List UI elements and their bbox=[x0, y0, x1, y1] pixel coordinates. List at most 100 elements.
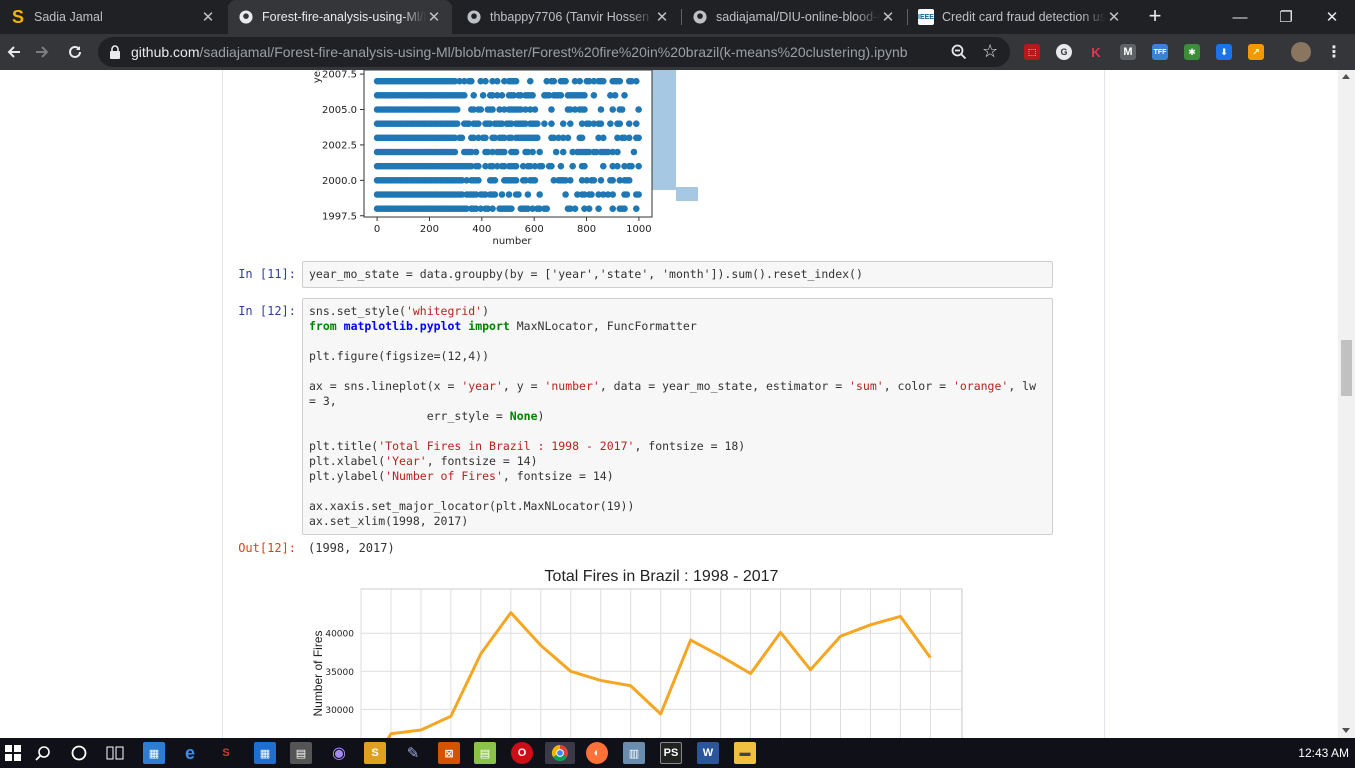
scatter-point bbox=[621, 205, 628, 212]
scatter-point bbox=[531, 177, 539, 184]
tab-forest-fire-analysis[interactable]: Forest-fire-analysis-using-Ml/F ✕ bbox=[228, 0, 452, 34]
calendar-icon[interactable]: ▦ bbox=[254, 742, 276, 764]
address-bar[interactable]: github.com/sadiajamal/Forest-fire-analys… bbox=[98, 37, 1010, 67]
scatter-point bbox=[567, 177, 574, 184]
tab-title: Sadia Jamal bbox=[34, 10, 103, 24]
windows-taskbar: ▦ e S ▦ ▤ ◉ S ✎ ⊠ ▤ O ◐ ▥ PS W ▬ 12:43 A… bbox=[0, 738, 1355, 768]
tab-diu-online-blood[interactable]: sadiajamal/DIU-online-blood-c ✕ bbox=[682, 0, 906, 34]
scatter-point bbox=[508, 205, 515, 212]
app-red-icon[interactable]: S bbox=[215, 742, 237, 764]
scatter-point bbox=[597, 120, 605, 127]
scatter-point bbox=[501, 148, 508, 156]
edge-icon[interactable]: e bbox=[179, 742, 201, 764]
tff-extension-icon[interactable]: TFF bbox=[1152, 44, 1168, 60]
task-view-icon[interactable] bbox=[104, 742, 126, 764]
file-explorer-icon[interactable]: ▬ bbox=[734, 742, 756, 764]
sublime-icon[interactable]: S bbox=[364, 742, 386, 764]
avatar[interactable] bbox=[1291, 42, 1311, 62]
browser-purple-icon[interactable]: ◉ bbox=[328, 742, 350, 764]
firefox-icon[interactable]: ◐ bbox=[586, 742, 608, 764]
scatter-point bbox=[595, 205, 602, 212]
reload-button[interactable] bbox=[61, 38, 89, 66]
background-bar bbox=[676, 187, 698, 201]
scatter-point bbox=[609, 106, 617, 113]
opera-icon[interactable]: O bbox=[511, 742, 533, 764]
scatter-point bbox=[512, 177, 520, 184]
restore-button[interactable]: ❐ bbox=[1263, 0, 1309, 34]
chrome-icon[interactable] bbox=[545, 742, 575, 764]
tab-title: sadiajamal/DIU-online-blood-c bbox=[716, 10, 880, 24]
scatter-point bbox=[460, 92, 468, 99]
search-icon[interactable] bbox=[32, 742, 54, 764]
close-icon[interactable]: ✕ bbox=[880, 9, 896, 26]
close-icon[interactable]: ✕ bbox=[654, 9, 670, 26]
scroll-up-arrow-icon[interactable] bbox=[1342, 74, 1350, 79]
cell-prompt: In [11]: bbox=[238, 267, 296, 281]
back-button[interactable] bbox=[0, 38, 28, 66]
scatter-point bbox=[475, 120, 482, 127]
y-tick-label: 40000 bbox=[325, 630, 354, 640]
scatter-point bbox=[512, 77, 520, 85]
scatter-point bbox=[489, 205, 496, 212]
scatter-point bbox=[559, 120, 567, 127]
scatter-point bbox=[618, 106, 626, 113]
colorful-extension-icon[interactable]: ✱ bbox=[1184, 44, 1200, 60]
cell-prompt: In [12]: bbox=[238, 304, 296, 318]
tab-title: Forest-fire-analysis-using-Ml/F bbox=[262, 10, 426, 24]
reload-icon bbox=[69, 45, 81, 58]
download-extension-icon[interactable]: ⬇ bbox=[1216, 44, 1232, 60]
tab-credit-card-fraud[interactable]: IEEE Credit card fraud detection usi ✕ bbox=[908, 0, 1132, 34]
close-icon[interactable]: ✕ bbox=[200, 9, 216, 26]
bookmark-star-icon[interactable]: ☆ bbox=[982, 41, 998, 62]
scatter-point bbox=[562, 191, 569, 198]
close-icon[interactable]: ✕ bbox=[426, 9, 442, 26]
grammarly-extension-icon[interactable]: G bbox=[1056, 44, 1072, 60]
output-prompt: Out[12]: bbox=[238, 541, 296, 555]
scatter-point bbox=[491, 191, 499, 198]
github-icon bbox=[692, 9, 708, 25]
forward-button[interactable] bbox=[28, 38, 56, 66]
scatter-point bbox=[581, 106, 588, 113]
x-tick-label: 200 bbox=[420, 224, 439, 235]
pdf-extension-icon[interactable]: ⬚ bbox=[1024, 44, 1040, 60]
y-tick-label: 2000.0 bbox=[322, 176, 357, 187]
windows-start-icon[interactable] bbox=[2, 742, 24, 764]
y-tick-label: 35000 bbox=[325, 668, 354, 678]
close-icon[interactable]: ✕ bbox=[1106, 9, 1122, 26]
code-text: year_mo_state = data.groupby(by = ['year… bbox=[309, 267, 863, 281]
vertical-scrollbar[interactable] bbox=[1338, 70, 1355, 738]
paint-icon[interactable]: ✎ bbox=[402, 742, 424, 764]
scatter-point bbox=[534, 120, 541, 127]
scatter-point bbox=[541, 120, 548, 127]
store-icon[interactable]: ▦ bbox=[143, 742, 165, 764]
scatter-point bbox=[625, 177, 633, 184]
y-axis-label: Number of Fires bbox=[311, 630, 325, 716]
xampp-icon[interactable]: ⊠ bbox=[438, 742, 460, 764]
cortana-icon[interactable] bbox=[68, 742, 90, 764]
code-cell-12[interactable]: sns.set_style('whitegrid') from matplotl… bbox=[302, 298, 1053, 535]
zoom-icon[interactable] bbox=[951, 44, 967, 60]
scroll-down-arrow-icon[interactable] bbox=[1342, 728, 1350, 733]
m-extension-icon[interactable]: M bbox=[1120, 44, 1136, 60]
tab-sadia-jamal[interactable]: S Sadia Jamal ✕ bbox=[0, 0, 226, 34]
new-tab-button[interactable]: + bbox=[1144, 5, 1166, 28]
notepad-icon[interactable]: ▤ bbox=[474, 742, 496, 764]
code-cell-11[interactable]: year_mo_state = data.groupby(by = ['year… bbox=[302, 261, 1053, 288]
close-window-button[interactable]: ✕ bbox=[1309, 0, 1355, 34]
tab-thbappy7706[interactable]: thbappy7706 (Tanvir Hossen Ba ✕ bbox=[456, 0, 680, 34]
scrollbar-thumb[interactable] bbox=[1341, 340, 1352, 396]
menu-button[interactable]: ⋮ bbox=[1320, 38, 1348, 66]
file-icon[interactable]: ▥ bbox=[623, 742, 645, 764]
k-extension-icon[interactable]: K bbox=[1088, 44, 1104, 60]
scatter-point bbox=[475, 177, 482, 184]
word-icon[interactable]: W bbox=[697, 742, 719, 764]
scatter-point bbox=[468, 77, 475, 85]
calculator-icon[interactable]: ▤ bbox=[290, 742, 312, 764]
scatter-point bbox=[628, 162, 635, 170]
chart-extension-icon[interactable]: ↗ bbox=[1248, 44, 1264, 60]
minimize-button[interactable]: — bbox=[1217, 0, 1263, 34]
scatter-point bbox=[600, 134, 607, 142]
url-text: github.com/sadiajamal/Forest-fire-analys… bbox=[131, 44, 908, 60]
phpstorm-icon[interactable]: PS bbox=[660, 742, 682, 764]
scatter-point bbox=[581, 162, 588, 170]
